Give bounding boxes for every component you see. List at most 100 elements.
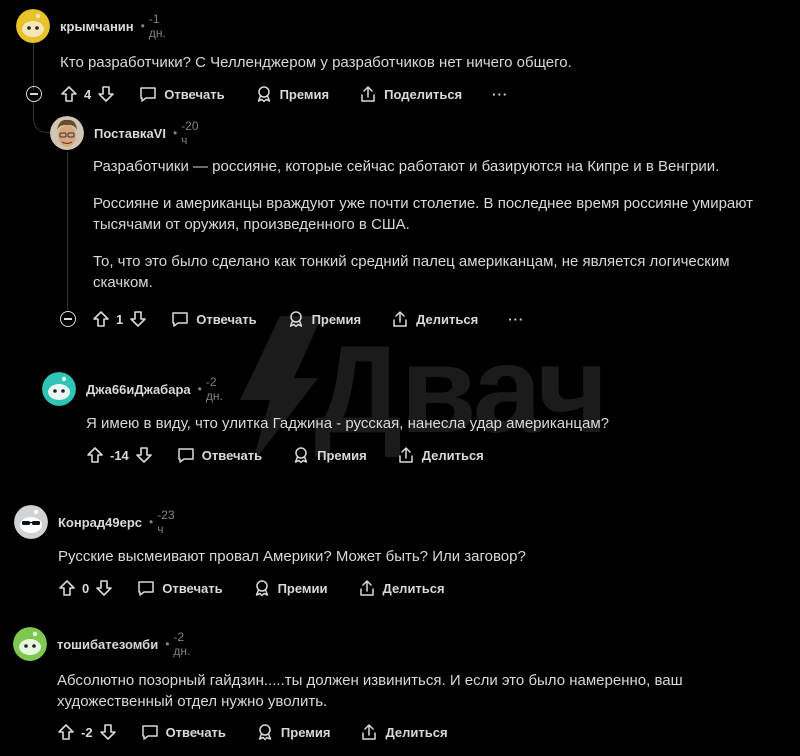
comment-time[interactable]: -1 дн. xyxy=(149,12,166,40)
upvote-icon xyxy=(59,580,75,596)
comment-actions: 1 Отвечать Премия Делиться ··· xyxy=(92,304,524,334)
comment-text: Русские высмеивают провал Америки? Может… xyxy=(58,548,526,565)
reply-button[interactable]: Отвечать xyxy=(141,723,226,741)
downvote-button[interactable] xyxy=(95,579,113,597)
vote-score: -2 xyxy=(81,724,93,740)
share-icon xyxy=(359,580,374,596)
comment-author[interactable]: крымчанин xyxy=(60,19,134,34)
share-icon xyxy=(361,86,375,102)
award-button[interactable]: Премия xyxy=(287,310,361,328)
downvote-icon xyxy=(96,580,113,596)
upvote-button[interactable] xyxy=(60,85,78,103)
separator-dot: • xyxy=(165,637,170,651)
comment-bubble-icon xyxy=(172,312,188,327)
comment-bubble-icon xyxy=(140,87,156,102)
vote-score: 0 xyxy=(82,580,90,596)
share-button[interactable]: Поделиться xyxy=(359,85,462,103)
award-icon xyxy=(255,580,268,597)
downvote-button[interactable] xyxy=(135,446,153,464)
snoo-avatar-icon xyxy=(13,627,47,661)
more-options-button[interactable]: ··· xyxy=(492,87,508,102)
avatar[interactable] xyxy=(42,372,76,406)
downvote-button[interactable] xyxy=(99,723,117,741)
comment-time[interactable]: -2 дн. xyxy=(206,375,223,403)
award-button[interactable]: Премия xyxy=(255,85,329,103)
comment-author[interactable]: ПоставкаVI xyxy=(94,126,166,141)
comment-paragraph: Россияне и американцы враждуют уже почти… xyxy=(93,195,754,233)
comment-actions: -14 Отвечать Премия Делиться xyxy=(86,440,484,470)
downvote-icon xyxy=(130,311,147,327)
avatar[interactable] xyxy=(50,116,84,150)
downvote-icon xyxy=(135,447,152,463)
share-icon xyxy=(362,724,377,740)
separator-dot: • xyxy=(149,515,154,529)
comment-actions: 0 Отвечать Премии Делиться xyxy=(58,573,445,603)
comment-author[interactable]: Конрад49ерс xyxy=(58,515,142,530)
comment-text: Я имею в виду, что улитка Гаджина - русс… xyxy=(86,415,610,432)
upvote-icon xyxy=(61,86,77,102)
comment-actions: 4 Отвечать Премия Поделиться ··· xyxy=(60,79,508,109)
award-icon xyxy=(257,86,270,103)
comment-time[interactable]: -2 дн. xyxy=(173,630,190,658)
reply-button[interactable]: Отвечать xyxy=(139,85,225,103)
upvote-button[interactable] xyxy=(86,446,104,464)
share-button[interactable]: Делиться xyxy=(358,579,445,597)
comment-bubble-icon xyxy=(138,581,154,596)
collapse-thread-button[interactable] xyxy=(26,86,42,102)
comment-paragraph: Разработчики — россияне, которые сейчас … xyxy=(93,158,720,175)
upvote-button[interactable] xyxy=(92,310,110,328)
award-button[interactable]: Премия xyxy=(292,446,367,464)
comment-paragraph: То, что это было сделано как тонкий сред… xyxy=(93,253,730,291)
comment-bubble-icon xyxy=(141,725,158,740)
award-icon xyxy=(258,724,272,741)
comment-time[interactable]: -20 ч xyxy=(181,119,198,147)
separator-dot: • xyxy=(197,382,202,396)
comment-body: Разработчики — россияне, которые сейчас … xyxy=(93,156,783,309)
collapse-thread-button[interactable] xyxy=(60,311,76,327)
comment-author[interactable]: тошибатезомби xyxy=(57,637,158,652)
share-button[interactable]: Делиться xyxy=(391,310,478,328)
share-button[interactable]: Делиться xyxy=(360,723,448,741)
comment-text: Кто разработчики? С Челленджером у разра… xyxy=(60,54,572,71)
reply-button[interactable]: Отвечать xyxy=(171,310,257,328)
award-icon xyxy=(289,311,302,328)
vote-score: -14 xyxy=(110,447,129,463)
avatar[interactable] xyxy=(16,9,50,43)
downvote-button[interactable] xyxy=(129,310,147,328)
thread-line xyxy=(67,152,68,310)
upvote-button[interactable] xyxy=(57,723,75,741)
reply-button[interactable]: Отвечать xyxy=(137,579,223,597)
snoo-sunglasses-avatar-icon xyxy=(14,505,48,539)
more-options-button[interactable]: ··· xyxy=(508,312,524,327)
user-photo-icon xyxy=(50,116,84,150)
award-icon xyxy=(294,447,308,464)
vote-score: 4 xyxy=(84,86,92,102)
downvote-icon xyxy=(99,724,116,740)
separator-dot: • xyxy=(140,19,145,33)
more-options-icon: ··· xyxy=(492,86,509,102)
avatar[interactable] xyxy=(13,627,47,661)
upvote-icon xyxy=(93,311,109,327)
share-icon xyxy=(393,311,407,327)
upvote-button[interactable] xyxy=(58,579,76,597)
more-options-icon: ··· xyxy=(508,311,525,327)
comment-author[interactable]: Джа66иДжабара xyxy=(86,382,191,397)
upvote-icon xyxy=(87,447,103,463)
snoo-avatar-icon xyxy=(16,9,50,43)
reply-button[interactable]: Отвечать xyxy=(177,446,262,464)
comment-bubble-icon xyxy=(178,448,194,463)
snoo-avatar-icon xyxy=(42,372,76,406)
award-button[interactable]: Премия xyxy=(256,723,330,741)
award-button[interactable]: Премии xyxy=(253,579,328,597)
thread-line xyxy=(33,40,34,90)
downvote-icon xyxy=(98,86,115,102)
share-button[interactable]: Делиться xyxy=(397,446,484,464)
separator-dot: • xyxy=(172,126,178,140)
comment-time[interactable]: -23 ч xyxy=(157,508,174,536)
upvote-icon xyxy=(58,724,74,740)
comment-text: Абсолютно позорный гайдзин.....ты должен… xyxy=(57,672,683,710)
comment-actions: -2 Отвечать Премия Делиться xyxy=(57,717,448,747)
avatar[interactable] xyxy=(14,505,48,539)
downvote-button[interactable] xyxy=(97,85,115,103)
share-icon xyxy=(398,447,413,463)
